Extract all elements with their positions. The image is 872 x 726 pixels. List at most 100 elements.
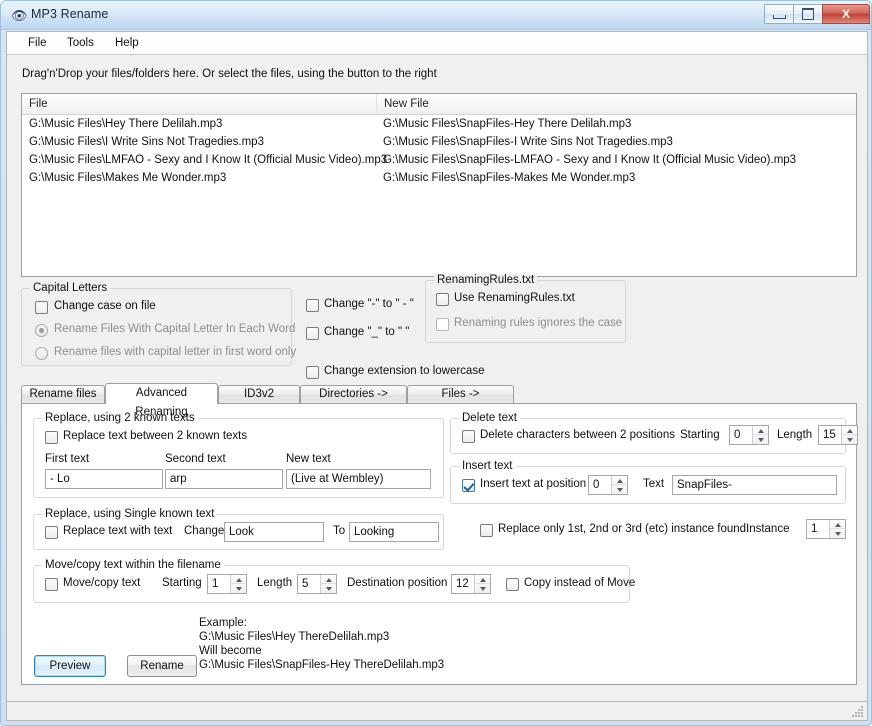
move-starting-stepper[interactable]: 1 <box>207 574 247 594</box>
status-bar <box>6 701 868 721</box>
rename-each-word-label: Rename Files With Capital Letter In Each… <box>54 323 296 335</box>
stepper-buttons[interactable] <box>829 520 845 538</box>
column-header-new-file[interactable]: New File <box>376 94 856 115</box>
maximize-button[interactable] <box>793 4 823 24</box>
insert-text-label: Insert text at position <box>480 478 587 490</box>
tab-files-to-directories[interactable]: Files -> Directories <box>407 385 514 417</box>
delete-length-label: Length <box>777 429 813 441</box>
change-underscore-label: Change "_" to " " <box>324 326 410 338</box>
change-underscore-checkbox[interactable] <box>306 327 319 340</box>
menu-item-tools[interactable]: Tools <box>62 36 99 50</box>
delete-length-stepper[interactable]: 15 <box>818 425 858 445</box>
table-row[interactable]: G:\Music Files\I Write Sins Not Tragedie… <box>22 133 856 151</box>
stepper-buttons[interactable] <box>320 575 336 593</box>
delete-text-group: Delete text Delete characters between 2 … <box>450 412 858 454</box>
insert-text-title: Insert text <box>459 460 516 472</box>
change-dash-checkbox[interactable] <box>306 299 319 312</box>
insert-position-stepper[interactable]: 0 <box>588 475 628 495</box>
preview-button[interactable]: Preview <box>34 655 106 677</box>
replace-single-group: Replace, using Single known text Replace… <box>33 508 444 550</box>
stepper-down-icon[interactable] <box>753 434 768 444</box>
rename-each-word-radio[interactable] <box>35 324 48 337</box>
move-copy-checkbox[interactable] <box>45 578 58 591</box>
use-renaming-rules-checkbox[interactable] <box>436 293 449 306</box>
cell-file: G:\Music Files\Makes Me Wonder.mp3 <box>29 172 227 184</box>
resize-grip[interactable] <box>852 706 864 718</box>
replace-between-2-texts-checkbox[interactable] <box>45 431 58 444</box>
change-extension-lowercase-checkbox[interactable] <box>306 366 319 379</box>
close-button[interactable]: X <box>822 4 870 24</box>
move-length-value: 5 <box>302 578 309 590</box>
instance-stepper[interactable]: 1 <box>806 519 846 539</box>
move-copy-title: Move/copy text within the filename <box>42 559 224 571</box>
rename-first-word-radio[interactable] <box>35 347 48 360</box>
to-field-input[interactable]: Looking <box>349 522 439 542</box>
advanced-renaming-panel: Replace, using 2 known texts Replace tex… <box>21 403 858 685</box>
table-row[interactable]: G:\Music Files\Hey There Delilah.mp3 G:\… <box>22 115 856 133</box>
delete-starting-value: 0 <box>734 429 741 441</box>
file-list-rows: G:\Music Files\Hey There Delilah.mp3 G:\… <box>22 115 856 187</box>
rename-first-word-label: Rename files with capital letter in firs… <box>54 346 297 358</box>
replace-instance-checkbox[interactable] <box>480 524 493 537</box>
delete-starting-label: Starting <box>680 429 720 441</box>
menu-bar: File Tools Help <box>6 31 868 55</box>
stepper-down-icon[interactable] <box>830 528 845 538</box>
file-list[interactable]: File New File G:\Music Files\Hey There D… <box>21 93 857 277</box>
rename-button[interactable]: Rename <box>127 655 197 677</box>
table-row[interactable]: G:\Music Files\LMFAO - Sexy and I Know I… <box>22 151 856 169</box>
stepper-buttons[interactable] <box>841 426 857 444</box>
window-title: MP3 Rename <box>31 7 109 21</box>
delete-length-value: 15 <box>823 429 836 441</box>
destination-position-label: Destination position <box>347 577 448 589</box>
change-case-checkbox[interactable] <box>35 301 48 314</box>
stepper-buttons[interactable] <box>230 575 246 593</box>
stepper-down-icon[interactable] <box>842 434 857 444</box>
cell-new-file: G:\Music Files\SnapFiles-Makes Me Wonder… <box>383 172 636 184</box>
insert-text-field-label: Text <box>643 478 665 490</box>
replace-with-text-checkbox[interactable] <box>45 526 58 539</box>
example-heading: Example: <box>199 617 247 629</box>
minimize-button[interactable] <box>764 4 794 24</box>
tab-id3v2-tagging[interactable]: ID3v2 tagging <box>218 385 300 417</box>
example-source-path: G:\Music Files\Hey ThereDelilah.mp3 <box>199 631 390 643</box>
example-will-become-label: Will become <box>199 645 262 657</box>
destination-position-stepper[interactable]: 12 <box>451 574 491 594</box>
column-header-file[interactable]: File <box>22 94 376 115</box>
replace-with-text-label: Replace text with text <box>63 525 173 537</box>
maximize-icon <box>802 8 814 20</box>
change-field-input[interactable]: Look <box>224 522 324 542</box>
stepper-buttons[interactable] <box>474 575 490 593</box>
table-row[interactable]: G:\Music Files\Makes Me Wonder.mp3 G:\Mu… <box>22 169 856 187</box>
cell-new-file: G:\Music Files\SnapFiles-I Write Sins No… <box>383 136 673 148</box>
stepper-down-icon[interactable] <box>612 484 627 494</box>
stepper-down-icon[interactable] <box>475 583 490 593</box>
insert-text-checkbox[interactable] <box>462 479 475 492</box>
tab-advanced-renaming[interactable]: Advanced Renaming <box>105 383 218 418</box>
tab-directories-to-files[interactable]: Directories -> Files <box>300 385 407 417</box>
first-text-input[interactable]: - Lo <box>45 469 163 489</box>
second-text-input[interactable]: arp <box>165 469 283 489</box>
stepper-buttons[interactable] <box>752 426 768 444</box>
tab-rename-files[interactable]: Rename files <box>21 385 105 404</box>
change-dash-label: Change "-" to " - " <box>324 298 414 310</box>
file-list-header: File New File <box>22 94 856 115</box>
tab-strip: Rename files Advanced Renaming ID3v2 tag… <box>21 383 857 418</box>
client-area: Drag'n'Drop your files/folders here. Or … <box>6 55 868 710</box>
delete-chars-checkbox[interactable] <box>462 430 475 443</box>
move-copy-group: Move/copy text within the filename Move/… <box>33 559 635 603</box>
move-length-stepper[interactable]: 5 <box>297 574 337 594</box>
replace-single-title: Replace, using Single known text <box>42 508 218 520</box>
menu-item-file[interactable]: File <box>23 36 52 50</box>
rules-ignore-case-checkbox[interactable] <box>436 318 449 331</box>
delete-starting-stepper[interactable]: 0 <box>729 425 769 445</box>
cell-file: G:\Music Files\Hey There Delilah.mp3 <box>29 118 223 130</box>
window-controls: X <box>764 4 870 24</box>
copy-instead-checkbox[interactable] <box>506 578 519 591</box>
insert-text-input[interactable]: SnapFiles- <box>672 475 837 495</box>
stepper-down-icon[interactable] <box>321 583 336 593</box>
new-text-input[interactable]: (Live at Wembley) <box>286 469 431 489</box>
menu-item-help[interactable]: Help <box>110 36 144 50</box>
stepper-buttons[interactable] <box>611 476 627 494</box>
change-extension-lowercase-label: Change extension to lowercase <box>324 365 485 377</box>
stepper-down-icon[interactable] <box>231 583 246 593</box>
